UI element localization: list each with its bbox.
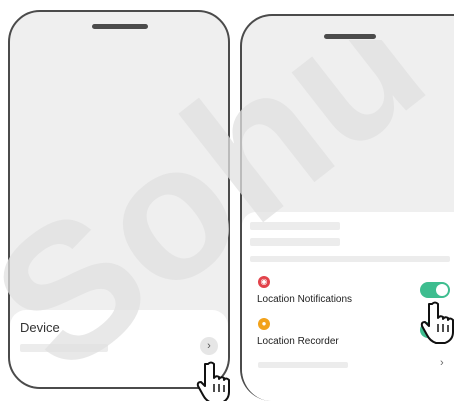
location-notifications-toggle[interactable] [420,282,450,298]
phone-speaker [324,34,376,39]
device-sheet-title: Device [20,320,60,335]
toggle-knob [436,284,448,296]
location-pin-icon: ● [258,318,270,330]
chevron-right-icon[interactable]: › [440,357,444,369]
placeholder-line [20,344,108,352]
placeholder-line [250,256,450,262]
screenshot-canvas: Device › ◉ Location Notifications ● Loca… [0,0,454,401]
placeholder-line [250,238,340,246]
setting-label-location-notifications: Location Notifications [257,294,353,305]
bell-icon: ◉ [258,276,270,288]
placeholder-line [250,222,340,230]
hand-pointer-icon [196,361,230,401]
phone-speaker [92,24,148,29]
placeholder-line [258,362,348,368]
setting-label-location-recorder: Location Recorder [257,336,339,347]
left-phone-frame: Device › [8,10,230,389]
hand-pointer-icon [420,301,454,344]
chevron-right-icon[interactable]: › [200,337,218,355]
